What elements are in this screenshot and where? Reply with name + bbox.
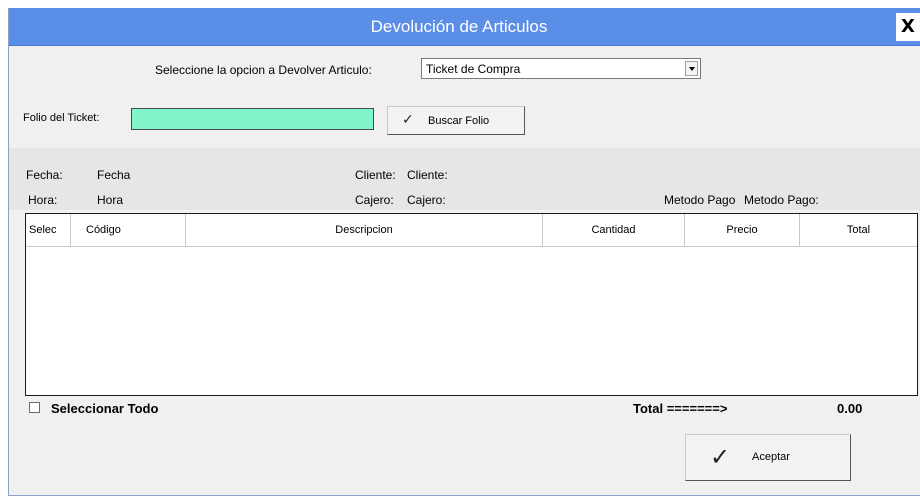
return-option-select[interactable]: Ticket de Compra: [421, 58, 701, 79]
close-button[interactable]: X: [896, 13, 920, 41]
dropdown-arrow-icon[interactable]: [685, 61, 698, 76]
folio-input[interactable]: [131, 108, 374, 130]
total-value: 0.00: [837, 401, 863, 416]
window-title: Devolución de Articulos: [370, 17, 548, 36]
fecha-value: Fecha: [97, 168, 131, 182]
column-header-selec[interactable]: Selec: [26, 214, 71, 246]
metodo-pago-label: Metodo Pago: [664, 193, 736, 207]
column-header-codigo[interactable]: Código: [71, 214, 186, 246]
accept-button[interactable]: ✓ Aceptar: [685, 434, 851, 481]
return-option-label: Seleccione la opcion a Devolver Articulo…: [155, 63, 372, 77]
search-folio-button[interactable]: ✓ Buscar Folio: [387, 106, 525, 135]
return-option-value: Ticket de Compra: [426, 62, 521, 76]
return-articles-window: Devolución de Articulos X Seleccione la …: [8, 8, 920, 496]
select-all-label: Seleccionar Todo: [51, 401, 159, 416]
checkmark-icon: ✓: [710, 443, 731, 471]
ticket-info-panel: Fecha: Fecha Hora: Hora Cliente: Cliente…: [9, 148, 920, 210]
grid-header: Selec Código Descripcion Cantidad Precio…: [26, 214, 917, 247]
fecha-label: Fecha:: [26, 168, 63, 182]
title-bar: Devolución de Articulos: [9, 8, 920, 46]
cliente-label: Cliente:: [355, 168, 396, 182]
hora-label: Hora:: [28, 193, 58, 207]
cajero-value: Cajero:: [407, 193, 446, 207]
cliente-value: Cliente:: [407, 168, 448, 182]
articles-grid[interactable]: Selec Código Descripcion Cantidad Precio…: [25, 213, 918, 396]
column-header-cantidad[interactable]: Cantidad: [543, 214, 685, 246]
folio-label: Folio del Ticket:: [23, 112, 100, 124]
hora-value: Hora: [97, 193, 124, 207]
column-header-total[interactable]: Total: [800, 214, 917, 246]
accept-button-label: Aceptar: [752, 451, 790, 463]
select-all-checkbox[interactable]: [29, 402, 40, 413]
column-header-precio[interactable]: Precio: [685, 214, 800, 246]
checkmark-icon: ✓: [402, 112, 414, 128]
cajero-label: Cajero:: [355, 193, 394, 207]
total-label: Total =======>: [633, 401, 728, 416]
column-header-descripcion[interactable]: Descripcion: [186, 214, 543, 246]
metodo-pago-value: Metodo Pago:: [744, 193, 819, 207]
search-folio-label: Buscar Folio: [428, 115, 490, 127]
